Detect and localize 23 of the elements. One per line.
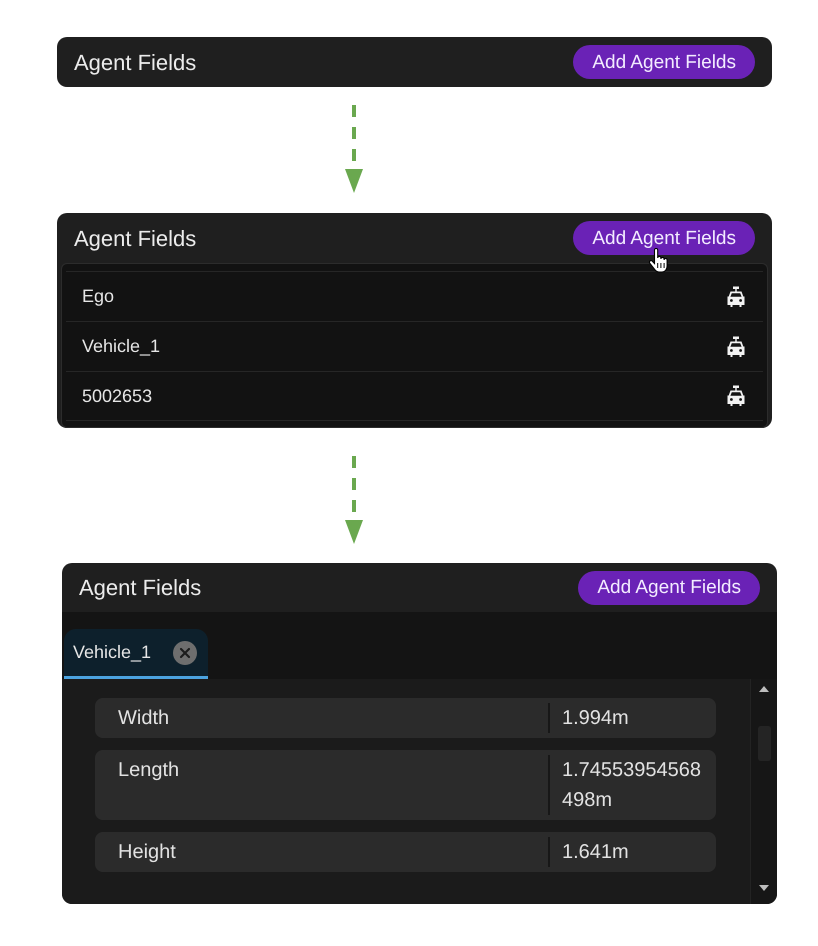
scroll-up-icon[interactable] [759, 686, 769, 692]
hand-cursor-icon [648, 248, 668, 273]
add-agent-fields-button[interactable]: Add Agent Fields [578, 570, 760, 604]
property-label: Height [117, 840, 177, 865]
car-with-sensor-icon [727, 286, 745, 308]
property-value: 1.994m [562, 706, 630, 731]
panel-title: Agent Fields [74, 48, 196, 77]
add-agent-fields-button[interactable]: Add Agent Fields [573, 45, 755, 79]
add-agent-fields-button[interactable]: Add Agent Fields [573, 221, 755, 255]
property-label: Width [117, 706, 170, 731]
panel-title: Agent Fields [79, 574, 202, 602]
car-with-sensor-icon [727, 385, 745, 407]
agent-tab[interactable]: Vehicle_1 [64, 629, 208, 679]
agent-list-item[interactable]: 5002653 [66, 371, 763, 421]
property-value: 1.74553954568498m [562, 758, 702, 813]
panel-title: Agent Fields [74, 224, 196, 253]
close-icon[interactable] [173, 640, 197, 664]
scroll-down-icon[interactable] [759, 885, 769, 891]
car-with-sensor-icon [727, 336, 745, 358]
property-value: 1.641m [562, 840, 630, 865]
property-label: Length [117, 758, 180, 783]
agent-list-item[interactable]: Ego [66, 271, 763, 321]
agent-list-item[interactable]: Vehicle_1 [66, 321, 763, 371]
